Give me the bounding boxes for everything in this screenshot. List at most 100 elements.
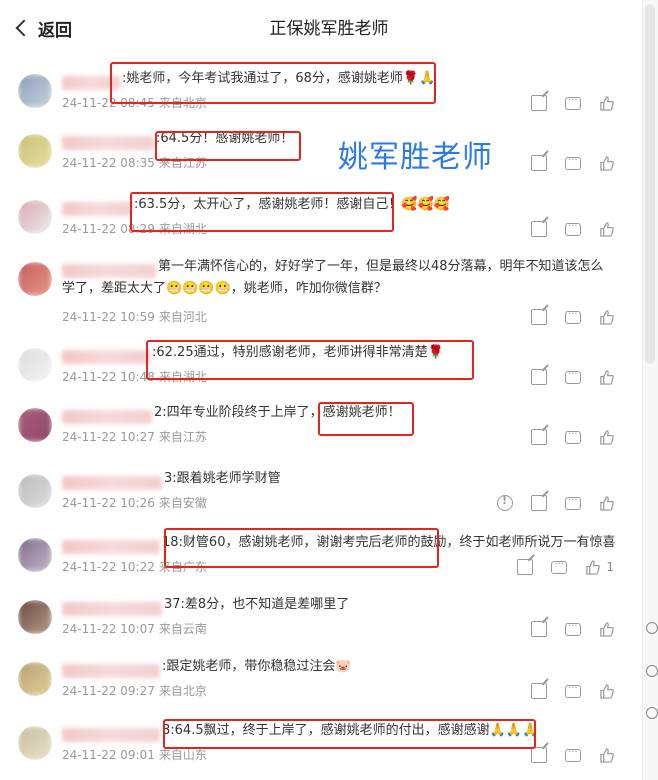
comment-actions bbox=[531, 218, 614, 237]
comment-icon[interactable] bbox=[565, 492, 581, 510]
comment-actions bbox=[531, 366, 614, 385]
comment-date: 24-11-22 10:22 bbox=[62, 560, 155, 574]
avatar[interactable] bbox=[18, 348, 52, 382]
comment-item: 3:跟着姚老师学财管 24-11-22 10:26 来自安徽 bbox=[0, 470, 642, 528]
highlight-box bbox=[146, 340, 474, 380]
comment-location: 来自北京 bbox=[158, 684, 207, 698]
comment-text: 3:跟着姚老师学财管 bbox=[164, 471, 281, 486]
share-icon[interactable] bbox=[517, 559, 534, 575]
comment-meta: 24-11-22 10:07 来自云南 bbox=[62, 620, 211, 637]
comment-location: 来自云南 bbox=[158, 622, 207, 636]
comment-meta: 24-11-22 10:27 来自江苏 bbox=[62, 428, 211, 445]
scrollbar[interactable] bbox=[642, 0, 658, 780]
comment-text: 37:差8分，也不知道是差哪里了 bbox=[164, 597, 350, 612]
like-icon[interactable] bbox=[599, 621, 614, 637]
avatar[interactable] bbox=[18, 474, 52, 508]
like-icon[interactable] bbox=[599, 309, 614, 325]
comment-date: 24-11-22 10:59 bbox=[62, 310, 155, 324]
like-count: 1 bbox=[606, 560, 614, 574]
comment-text: :64.5分！感谢姚老师！ bbox=[156, 131, 294, 146]
comment-actions bbox=[531, 152, 614, 171]
comment-icon[interactable] bbox=[565, 152, 581, 170]
comment-date: 24-11-22 10:48 bbox=[62, 370, 155, 384]
comment-text: 第一年满怀信心的，好好学了一年，但是最终以48分落幕，明年不知道该怎么学了，差距… bbox=[62, 259, 604, 296]
avatar[interactable] bbox=[18, 74, 52, 108]
share-icon[interactable] bbox=[531, 221, 547, 237]
comment-location: 来自江苏 bbox=[158, 430, 207, 444]
settings-icon[interactable] bbox=[646, 707, 658, 719]
comment-icon[interactable] bbox=[565, 618, 581, 636]
like-icon[interactable] bbox=[599, 683, 614, 699]
comment-date: 24-11-22 09:27 bbox=[62, 684, 155, 698]
like-icon[interactable] bbox=[599, 429, 614, 445]
comment-location: 来自山东 bbox=[158, 748, 207, 762]
comment-actions bbox=[531, 744, 614, 763]
comment-actions bbox=[531, 92, 614, 111]
avatar[interactable] bbox=[18, 262, 52, 296]
comment-icon[interactable] bbox=[565, 218, 581, 236]
comment-icon[interactable] bbox=[565, 92, 581, 110]
like-icon[interactable] bbox=[599, 495, 614, 511]
highlight-box bbox=[163, 719, 536, 749]
comment-date: 24-11-22 08:35 bbox=[62, 156, 155, 170]
highlight-box bbox=[110, 62, 436, 104]
comment-date: 24-11-22 10:07 bbox=[62, 622, 155, 636]
comment-icon[interactable] bbox=[565, 306, 581, 324]
comment-meta: 24-11-22 10:26 来自安徽 bbox=[62, 494, 211, 511]
comment-meta: 24-11-22 10:59 来自河北 bbox=[62, 308, 211, 325]
like-icon[interactable] bbox=[599, 95, 614, 111]
highlight-box bbox=[164, 528, 439, 568]
comment-date: 24-11-22 10:26 bbox=[62, 496, 155, 510]
top-bar: 返回 正保姚军胜老师 bbox=[0, 0, 658, 54]
comment-item: 37:差8分，也不知道是差哪里了 24-11-22 10:07 来自云南 bbox=[0, 596, 642, 654]
comment-date: 24-11-22 09:01 bbox=[62, 748, 155, 762]
avatar[interactable] bbox=[18, 134, 52, 168]
like-icon[interactable] bbox=[599, 155, 614, 171]
comment-icon[interactable] bbox=[551, 556, 568, 574]
comment-actions: 1 bbox=[517, 556, 614, 575]
avatar[interactable] bbox=[18, 408, 52, 442]
refresh-icon[interactable] bbox=[646, 622, 658, 634]
share-icon[interactable] bbox=[531, 621, 547, 637]
comment-actions bbox=[531, 306, 614, 325]
highlight-box bbox=[130, 192, 394, 232]
avatar[interactable] bbox=[18, 662, 52, 696]
comment-icon[interactable] bbox=[565, 744, 581, 762]
comment-item: 第一年满怀信心的，好好学了一年，但是最终以48分落幕，明年不知道该怎么学了，差距… bbox=[0, 258, 642, 338]
comment-icon[interactable] bbox=[565, 366, 581, 384]
comment-actions bbox=[531, 680, 614, 699]
share-icon[interactable] bbox=[531, 429, 547, 445]
like-icon[interactable] bbox=[599, 369, 614, 385]
feedback-icon[interactable] bbox=[646, 665, 658, 677]
avatar[interactable] bbox=[18, 600, 52, 634]
like-icon[interactable] bbox=[599, 221, 614, 237]
comment-location: 来自河北 bbox=[158, 310, 207, 324]
comment-text: :跟定姚老师，带你稳稳过注会🐷 bbox=[162, 659, 352, 674]
share-icon[interactable] bbox=[531, 95, 547, 111]
highlight-box bbox=[318, 402, 414, 436]
avatar[interactable] bbox=[18, 538, 52, 572]
comment-date: 24-11-22 10:27 bbox=[62, 430, 155, 444]
like-icon[interactable] bbox=[599, 747, 614, 763]
comment-actions bbox=[531, 426, 614, 445]
avatar[interactable] bbox=[18, 726, 52, 760]
comment-location: 来自安徽 bbox=[158, 496, 207, 510]
share-icon[interactable] bbox=[531, 683, 547, 699]
page-title: 正保姚军胜老师 bbox=[269, 19, 389, 39]
comment-icon[interactable] bbox=[565, 426, 581, 444]
highlight-box bbox=[155, 131, 301, 161]
share-icon[interactable] bbox=[531, 495, 547, 511]
share-icon[interactable] bbox=[531, 369, 547, 385]
share-icon[interactable] bbox=[531, 155, 547, 171]
comment-meta: 24-11-22 09:27 来自北京 bbox=[62, 682, 211, 699]
comment-icon[interactable] bbox=[565, 680, 581, 698]
comment-actions bbox=[497, 492, 614, 511]
share-icon[interactable] bbox=[531, 747, 547, 763]
like-icon[interactable] bbox=[585, 559, 601, 575]
comment-actions bbox=[531, 618, 614, 637]
avatar[interactable] bbox=[18, 200, 52, 234]
report-icon[interactable] bbox=[497, 494, 513, 511]
share-icon[interactable] bbox=[531, 309, 547, 325]
comment-item: :跟定姚老师，带你稳稳过注会🐷 24-11-22 09:27 来自北京 bbox=[0, 658, 642, 716]
scroll-thumb[interactable] bbox=[645, 4, 655, 364]
